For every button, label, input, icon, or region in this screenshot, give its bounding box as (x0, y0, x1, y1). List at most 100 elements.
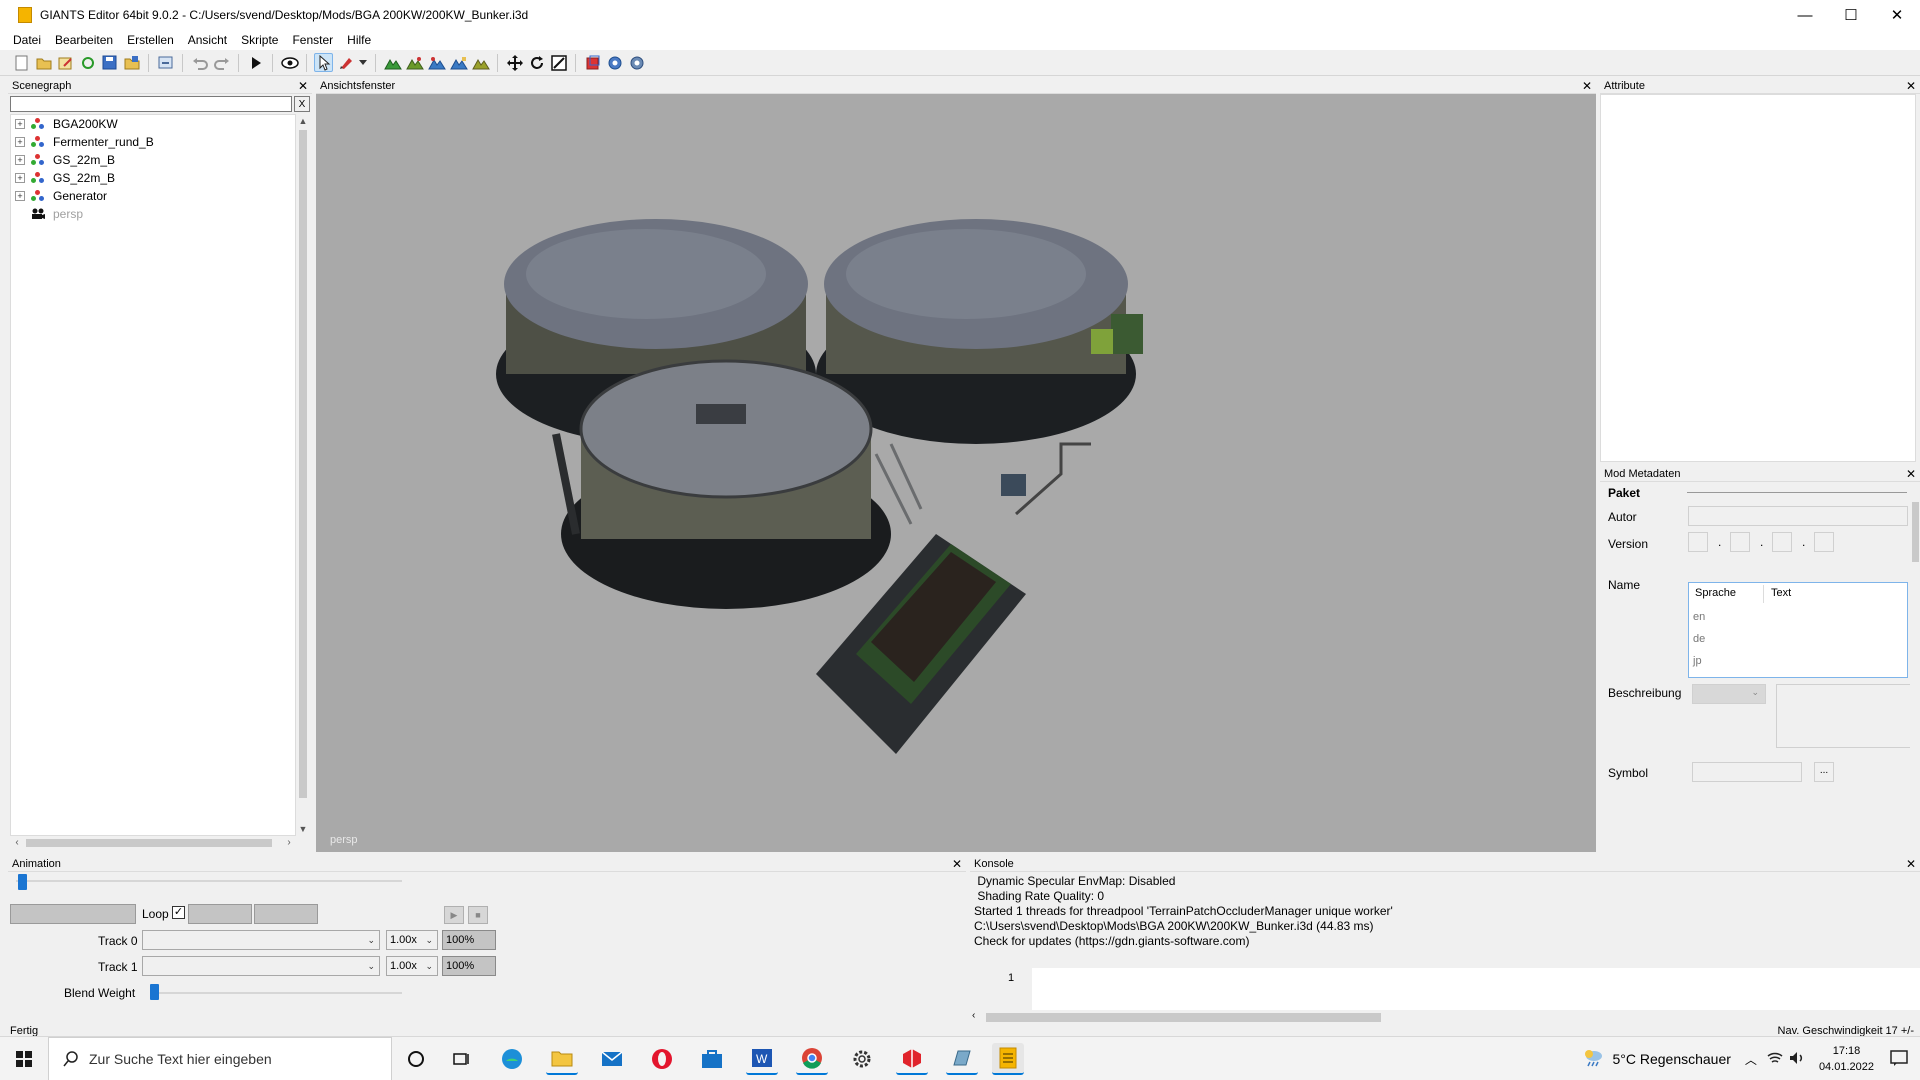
tree-item-generator[interactable]: + Generator (11, 187, 295, 205)
version-patch-field[interactable] (1772, 532, 1792, 552)
time-slider-thumb[interactable] (18, 874, 27, 890)
animation-close-button[interactable]: ✕ (952, 856, 962, 872)
wifi-icon[interactable] (1767, 1051, 1783, 1068)
store-icon[interactable] (696, 1043, 728, 1075)
new-file-icon[interactable] (12, 53, 31, 72)
scrollbar-thumb[interactable] (1912, 502, 1919, 562)
terrain-icon-4[interactable] (449, 53, 468, 72)
version-build-field[interactable] (1814, 532, 1834, 552)
tree-item-gs22m-2[interactable]: + GS_22m_B (11, 169, 295, 187)
app-icon-generic[interactable] (946, 1043, 978, 1075)
scroll-left-icon[interactable]: ‹ (972, 1010, 975, 1021)
stop-animation-button[interactable]: ■ (468, 906, 488, 924)
terrain-icon-5[interactable] (471, 53, 490, 72)
3d-viewport[interactable]: persp (316, 94, 1596, 852)
menu-skripte[interactable]: Skripte (234, 33, 285, 47)
viewport-close-button[interactable]: ✕ (1582, 78, 1592, 94)
select-icon[interactable] (314, 53, 333, 72)
tree-item-gs22m-1[interactable]: + GS_22m_B (11, 151, 295, 169)
scrollbar-thumb[interactable] (299, 130, 307, 798)
beschreibung-language-select[interactable]: ⌄ (1692, 684, 1766, 704)
mail-icon[interactable] (596, 1043, 628, 1075)
track1-speed-select[interactable]: 1.00x ⌄ (386, 956, 438, 976)
version-minor-field[interactable] (1730, 532, 1750, 552)
scenegraph-filter-input[interactable] (10, 96, 292, 112)
settings-gear-icon[interactable] (846, 1043, 878, 1075)
lang-en[interactable]: en (1693, 611, 1705, 623)
menu-hilfe[interactable]: Hilfe (340, 33, 378, 47)
track0-speed-select[interactable]: 1.00x ⌄ (386, 930, 438, 950)
version-major-field[interactable] (1688, 532, 1708, 552)
console-horizontal-scrollbar[interactable]: ‹ (970, 1010, 1920, 1024)
animation-clip-field[interactable] (188, 904, 252, 924)
symbol-browse-button[interactable]: ... (1814, 762, 1834, 782)
paint-icon[interactable] (336, 53, 355, 72)
loop-checkbox[interactable]: ✓ (172, 906, 185, 919)
metadata-scrollbar[interactable] (1910, 482, 1920, 852)
name-table[interactable]: Sprache Text en de jp (1688, 582, 1908, 678)
console-close-button[interactable]: ✕ (1906, 856, 1916, 872)
giants-editor-taskbar-icon[interactable] (992, 1043, 1024, 1075)
track1-select[interactable]: ⌄ (142, 956, 380, 976)
track1-percent-field[interactable]: 100% (442, 956, 496, 976)
scrollbar-thumb[interactable] (986, 1013, 1381, 1022)
scenegraph-tree[interactable]: + BGA200KW + Fermenter_rund_B + GS_22m_B… (10, 114, 296, 836)
eye-icon[interactable] (280, 53, 299, 72)
edit-icon[interactable] (56, 53, 75, 72)
console-log[interactable]: Dynamic Specular EnvMap: Disabled Shadin… (970, 872, 1910, 964)
expand-icon[interactable]: + (15, 137, 25, 147)
column-sprache[interactable]: Sprache (1695, 587, 1736, 599)
play-icon[interactable] (246, 53, 265, 72)
sketchup-icon[interactable] (896, 1043, 928, 1075)
blend-slider-track[interactable] (152, 992, 402, 994)
expand-icon[interactable]: + (15, 191, 25, 201)
scenegraph-close-button[interactable]: ✕ (298, 78, 308, 94)
tree-item-bga200kw[interactable]: + BGA200KW (11, 115, 295, 133)
beschreibung-textarea[interactable] (1776, 684, 1912, 748)
track0-percent-field[interactable]: 100% (442, 930, 496, 950)
terrain-icon-3[interactable] (427, 53, 446, 72)
menu-fenster[interactable]: Fenster (285, 33, 340, 47)
tree-item-fermenter[interactable]: + Fermenter_rund_B (11, 133, 295, 151)
redo-icon[interactable] (212, 53, 231, 72)
scroll-right-icon[interactable]: › (282, 836, 296, 850)
taskbar-search-box[interactable]: Zur Suche Text hier eingeben (48, 1037, 392, 1080)
refresh-icon[interactable] (78, 53, 97, 72)
autor-field[interactable] (1688, 506, 1908, 526)
play-animation-button[interactable]: ▶ (444, 906, 464, 924)
chevron-up-icon[interactable]: ︿ (1745, 1051, 1757, 1068)
scroll-down-icon[interactable]: ▼ (296, 822, 310, 836)
weather-widget[interactable]: 5°C Regenschauer (1582, 1048, 1731, 1071)
symbol-field[interactable] (1692, 762, 1802, 782)
scenegraph-horizontal-scrollbar[interactable]: ‹ › (10, 836, 296, 850)
lang-jp[interactable]: jp (1693, 655, 1702, 667)
minimize-button[interactable]: — (1782, 0, 1828, 30)
expand-icon[interactable]: + (15, 155, 25, 165)
dropdown-icon[interactable] (358, 53, 368, 72)
script-editor[interactable]: 1 (970, 968, 1920, 1010)
menu-erstellen[interactable]: Erstellen (120, 33, 181, 47)
terrain-icon-2[interactable] (405, 53, 424, 72)
chrome-icon[interactable] (796, 1043, 828, 1075)
scrollbar-thumb[interactable] (26, 839, 272, 847)
track0-select[interactable]: ⌄ (142, 930, 380, 950)
expand-icon[interactable]: + (15, 173, 25, 183)
opera-icon[interactable] (646, 1043, 678, 1075)
filter-clear-button[interactable]: X (294, 96, 310, 112)
attribute-close-button[interactable]: ✕ (1906, 78, 1916, 94)
scroll-left-icon[interactable]: ‹ (10, 836, 24, 850)
cortana-icon[interactable] (400, 1043, 432, 1075)
clock[interactable]: 17:18 04.01.2022 (1819, 1043, 1874, 1075)
menu-datei[interactable]: Datei (6, 33, 48, 47)
scroll-up-icon[interactable]: ▲ (296, 114, 310, 128)
volume-icon[interactable] (1789, 1051, 1805, 1068)
undo-icon[interactable] (190, 53, 209, 72)
edge-browser-icon[interactable] (496, 1043, 528, 1075)
menu-ansicht[interactable]: Ansicht (181, 33, 234, 47)
animation-time-field[interactable] (254, 904, 318, 924)
animation-set-field[interactable] (10, 904, 136, 924)
close-button[interactable]: ✕ (1874, 0, 1920, 30)
lang-de[interactable]: de (1693, 633, 1705, 645)
scenegraph-vertical-scrollbar[interactable]: ▲ ▼ (296, 114, 310, 836)
menu-bearbeiten[interactable]: Bearbeiten (48, 33, 120, 47)
